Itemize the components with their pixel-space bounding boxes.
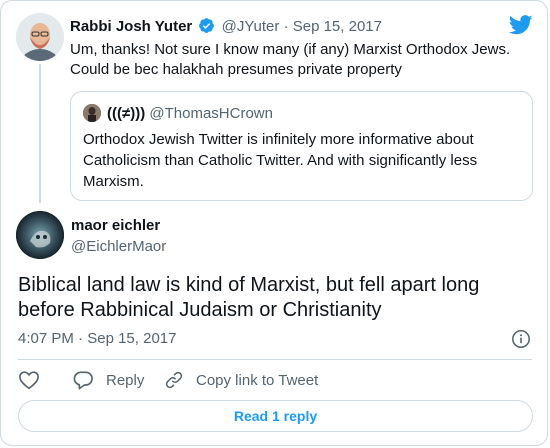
reply-bubble-icon xyxy=(73,371,93,390)
avatar-rabbi-josh-yuter[interactable] xyxy=(16,13,64,61)
tweet-time: 4:07 PM xyxy=(18,330,74,347)
quoted-author-handle: @ThomasHCrown xyxy=(149,105,273,122)
main-tweet-timestamp[interactable]: 4:07 PM · Sep 15, 2017 xyxy=(18,330,176,347)
tweet-date: Sep 15, 2017 xyxy=(87,330,177,347)
main-author-handle[interactable]: @EichlerMaor xyxy=(71,238,166,255)
reply-button[interactable]: Reply xyxy=(72,369,144,391)
like-button[interactable] xyxy=(18,369,40,391)
parent-author-handle[interactable]: @JYuter xyxy=(222,18,280,35)
dot-separator: · xyxy=(283,18,289,35)
avatar-maor-eichler[interactable] xyxy=(16,211,64,259)
reply-label: Reply xyxy=(106,371,145,389)
quoted-author-name: (((≠))) xyxy=(107,105,146,122)
verified-badge-icon xyxy=(198,17,215,38)
main-tweet-text: Biblical land law is kind of Marxist, bu… xyxy=(18,274,480,321)
read-replies-button[interactable]: Read 1 reply xyxy=(18,400,533,432)
main-author-name[interactable]: maor eichler xyxy=(71,217,160,234)
embedded-tweet-card: Rabbi Josh Yuter @JYuter · Sep 15, 2017 … xyxy=(0,0,548,446)
divider xyxy=(18,359,532,360)
copy-link-button[interactable]: Copy link to Tweet xyxy=(164,369,318,391)
link-icon xyxy=(165,371,183,389)
quoted-tweet-header: (((≠))) @ThomasHCrown xyxy=(107,105,273,122)
thread-connector-line xyxy=(39,64,41,203)
twitter-bird-icon[interactable] xyxy=(508,15,533,40)
quoted-tweet-text: Orthodox Jewish Twitter is infinitely mo… xyxy=(83,131,478,190)
parent-author-name[interactable]: Rabbi Josh Yuter xyxy=(70,18,192,35)
dot-separator: · xyxy=(78,330,84,347)
avatar-thomashcrown xyxy=(83,104,101,122)
heart-icon xyxy=(19,371,39,390)
quoted-tweet[interactable]: (((≠))) @ThomasHCrown Orthodox Jewish Tw… xyxy=(70,91,533,201)
parent-tweet-text: Um, thanks! Not sure I know many (if any… xyxy=(70,41,511,78)
parent-tweet-header: Rabbi Josh Yuter @JYuter · Sep 15, 2017 xyxy=(70,17,382,38)
parent-date[interactable]: Sep 15, 2017 xyxy=(293,18,382,35)
info-icon[interactable] xyxy=(511,329,531,354)
copy-link-label: Copy link to Tweet xyxy=(196,371,319,389)
